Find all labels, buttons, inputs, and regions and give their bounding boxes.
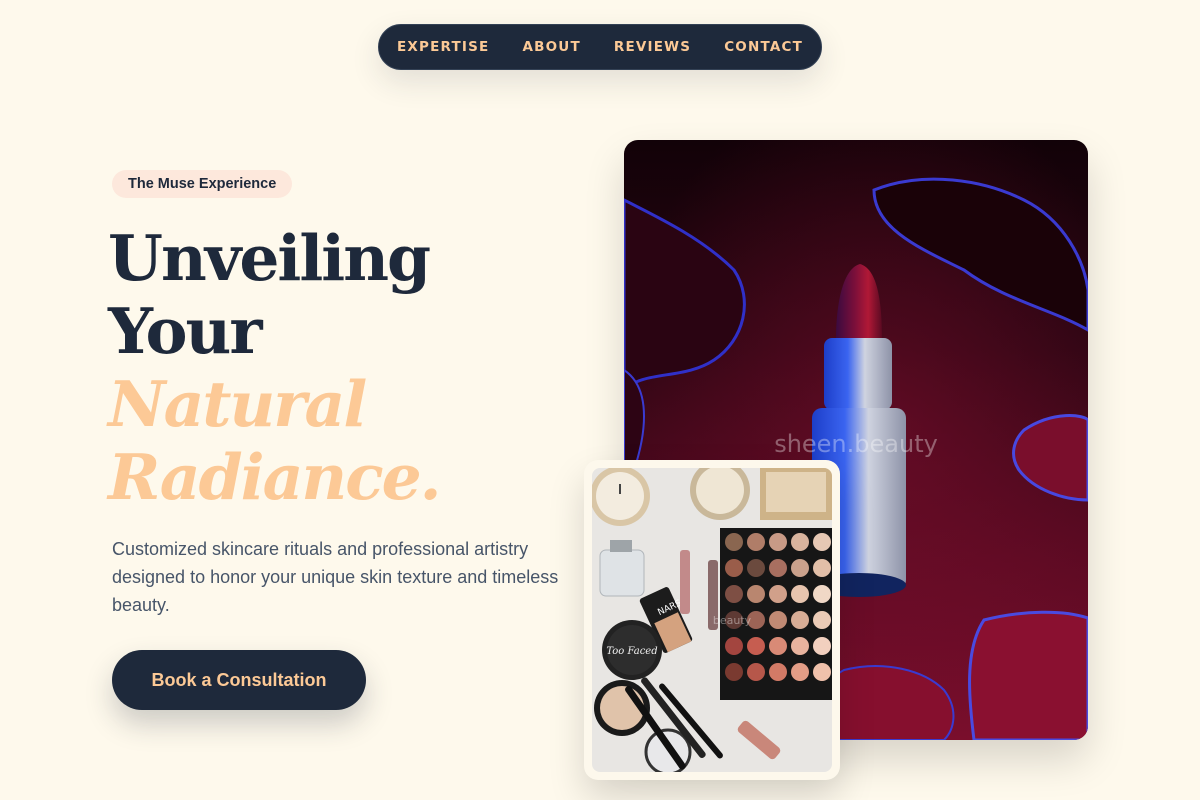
eyeshadow-pan [747, 559, 765, 577]
top-nav: EXPERTISE ABOUT REVIEWS CONTACT [378, 24, 822, 70]
eyeshadow-pan [747, 585, 765, 603]
eyeshadow-pan [725, 585, 743, 603]
eyeshadow-pan [747, 637, 765, 655]
eyeshadow-pan [725, 663, 743, 681]
eyeshadow-pan [725, 559, 743, 577]
eyeshadow-pan [769, 611, 787, 629]
nav-link-expertise[interactable]: EXPERTISE [397, 39, 490, 55]
eyeshadow-pan [769, 663, 787, 681]
compact-label-1: Too Faced [606, 646, 657, 657]
eyeshadow-pan [813, 559, 831, 577]
hero-headline: Unveiling Your Natural Radiance. [108, 221, 442, 514]
eyeshadow-pan [769, 533, 787, 551]
nav-link-reviews[interactable]: REVIEWS [614, 39, 691, 55]
nav-link-contact[interactable]: CONTACT [724, 39, 803, 55]
eyeshadow-pan [791, 559, 809, 577]
eyeshadow-pan [813, 637, 831, 655]
small-watermark: beauty [713, 614, 752, 627]
eyeshadow-pan [747, 533, 765, 551]
eyeshadow-pan [747, 663, 765, 681]
eyeshadow-pan [791, 637, 809, 655]
eyeshadow-pan [813, 663, 831, 681]
hero-description: Customized skincare rituals and professi… [112, 539, 559, 615]
eyeshadow-pan [813, 585, 831, 603]
eyeshadow-pan [813, 533, 831, 551]
makeup-flatlay-card: NARS Too Faced beauty [584, 460, 840, 780]
book-consultation-button[interactable]: Book a Consultation [112, 650, 366, 710]
eyeshadow-pan [725, 637, 743, 655]
eyeshadow-pan [769, 637, 787, 655]
eyeshadow-pan [791, 611, 809, 629]
eyeshadow-pan [813, 611, 831, 629]
headline-line-3: Natural [108, 367, 367, 441]
eyeshadow-pan [769, 559, 787, 577]
eyeshadow-pan [769, 585, 787, 603]
experience-badge: The Muse Experience [112, 170, 293, 198]
nav-link-about[interactable]: ABOUT [522, 39, 580, 55]
eyeshadow-pan [791, 663, 809, 681]
headline-line-1: Unveiling [108, 221, 431, 295]
eyeshadow-pan [725, 533, 743, 551]
main-watermark: sheen.beauty [774, 430, 938, 458]
headline-line-2: Your [108, 294, 263, 368]
eyeshadow-pan [791, 585, 809, 603]
eyeshadow-pan [791, 533, 809, 551]
makeup-flatlay-photo: NARS Too Faced beauty [592, 468, 832, 772]
headline-line-4: Radiance. [108, 440, 442, 514]
